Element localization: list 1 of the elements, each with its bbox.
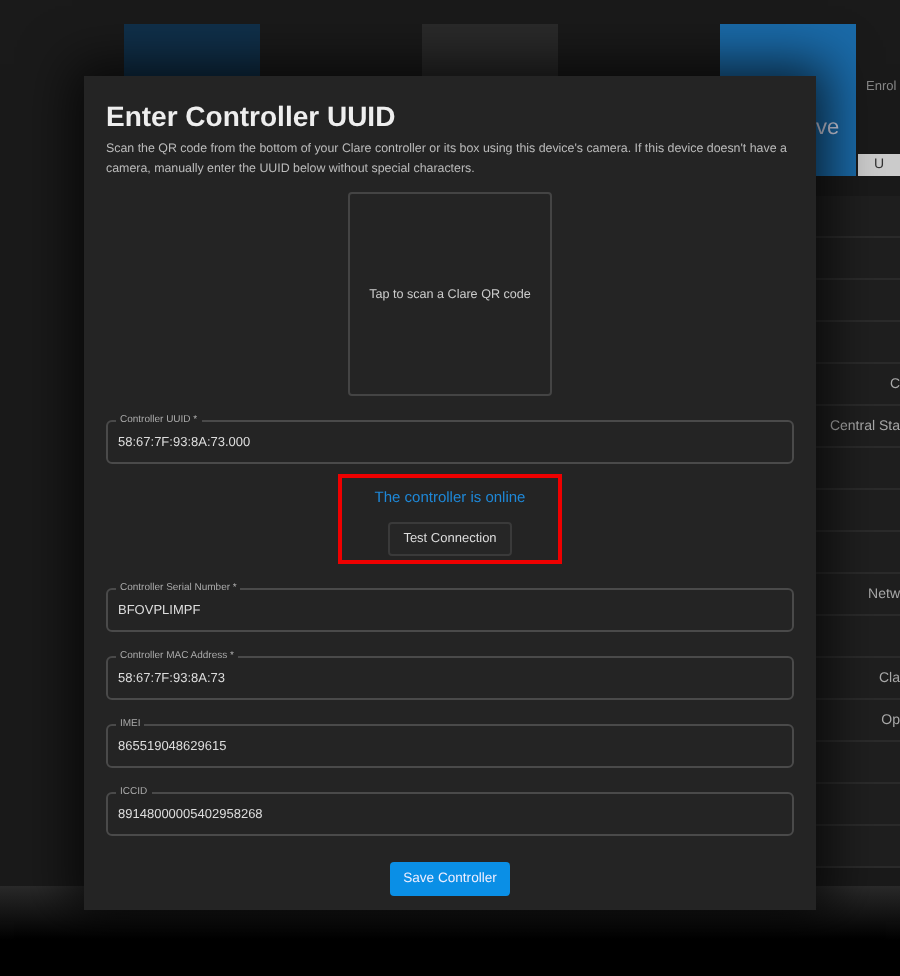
dialog-title: Enter Controller UUID	[106, 100, 398, 132]
